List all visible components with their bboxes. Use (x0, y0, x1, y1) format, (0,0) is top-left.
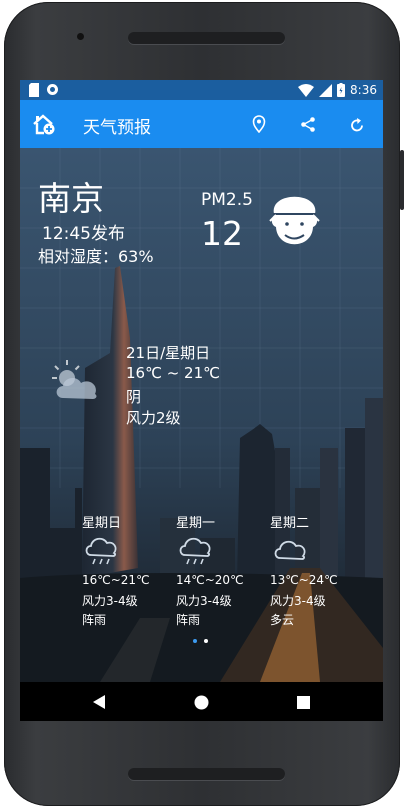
sync-icon (47, 84, 58, 95)
recents-button[interactable] (291, 690, 315, 714)
top-speaker (128, 32, 285, 44)
forecast-day-label: 星期一 (176, 516, 216, 531)
weather-content[interactable]: 南京 12:45发布 相对湿度：63% PM2.5 12 21日/星期日 16℃… (20, 148, 383, 682)
forecast-wind: 风力3-4级 (176, 594, 232, 608)
cloudy-sun-icon (52, 360, 97, 399)
city-name: 南京 (38, 179, 104, 218)
status-time: 8:36 (350, 83, 377, 97)
signal-icon (319, 83, 333, 97)
forecast-temp: 16℃~21℃ (82, 573, 150, 587)
back-button[interactable] (87, 690, 111, 714)
today-date: 21日/星期日 (126, 344, 211, 362)
status-bar: 8:36 (20, 80, 383, 100)
share-button[interactable] (296, 112, 320, 136)
forecast-wind: 风力3-4级 (82, 594, 138, 608)
forecast-weather: 阵雨 (82, 613, 107, 627)
recents-icon (296, 695, 310, 709)
back-icon (92, 695, 105, 709)
home-button[interactable] (189, 690, 213, 714)
home-icon (194, 695, 208, 709)
shower-icon (179, 537, 211, 565)
today-weather: 阴 (126, 388, 142, 406)
today-wind: 风力2级 (126, 409, 181, 427)
forecast-weather: 多云 (270, 613, 295, 627)
cloud-icon (274, 540, 306, 560)
forecast-day-label: 星期二 (270, 516, 310, 531)
battery-icon (337, 83, 346, 97)
face-avatar-icon (269, 196, 320, 245)
pager-dot-active[interactable] (193, 639, 197, 643)
navigation-bar (20, 682, 383, 721)
forecast-temp: 14℃~20℃ (176, 573, 244, 587)
front-camera (77, 33, 84, 40)
pm25-label: PM2.5 (201, 190, 253, 210)
location-icon (252, 115, 266, 133)
forecast-wind: 风力3-4级 (270, 594, 326, 608)
app-title: 天气预报 (83, 118, 151, 138)
refresh-icon (351, 117, 363, 131)
screen: 8:36 天气预报 南京 12:45发布 相对湿度：63% PM2.5 12 2… (20, 80, 383, 721)
share-icon (301, 116, 315, 132)
add-city-button[interactable] (32, 112, 56, 136)
publish-time: 12:45发布 (42, 224, 125, 244)
sd-card-icon (29, 83, 39, 97)
pager-dot[interactable] (204, 639, 208, 643)
refresh-button[interactable] (345, 112, 369, 136)
today-temp: 16℃ ~ 21℃ (126, 364, 220, 382)
wifi-icon (298, 83, 315, 97)
shower-icon (85, 537, 117, 565)
forecast-day-label: 星期日 (82, 516, 122, 531)
app-bar: 天气预报 (20, 100, 383, 148)
humidity: 相对湿度：63% (38, 247, 154, 266)
add-city-icon (33, 114, 55, 135)
location-button[interactable] (247, 112, 271, 136)
power-button (400, 150, 404, 210)
pm25-value: 12 (201, 214, 243, 253)
bottom-speaker (128, 768, 285, 780)
forecast-weather: 阵雨 (176, 613, 201, 627)
forecast-temp: 13℃~24℃ (270, 573, 338, 587)
